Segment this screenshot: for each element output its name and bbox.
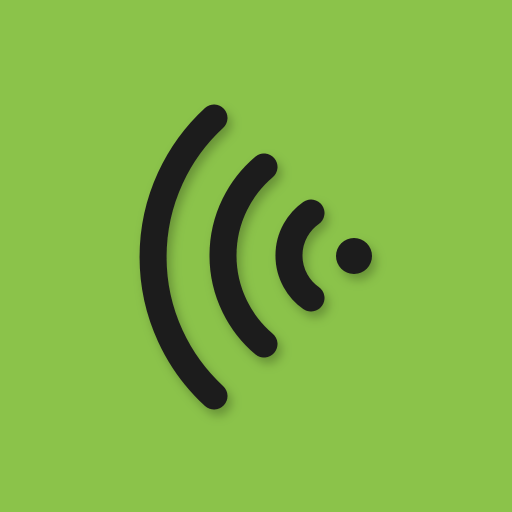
app-icon-background [0,0,512,512]
signal-arc-medium [209,153,278,358]
signal-dot [336,238,372,274]
signal-arc-large [139,104,228,410]
wireless-signal-icon [139,104,372,410]
signal-arc-small [275,199,325,312]
